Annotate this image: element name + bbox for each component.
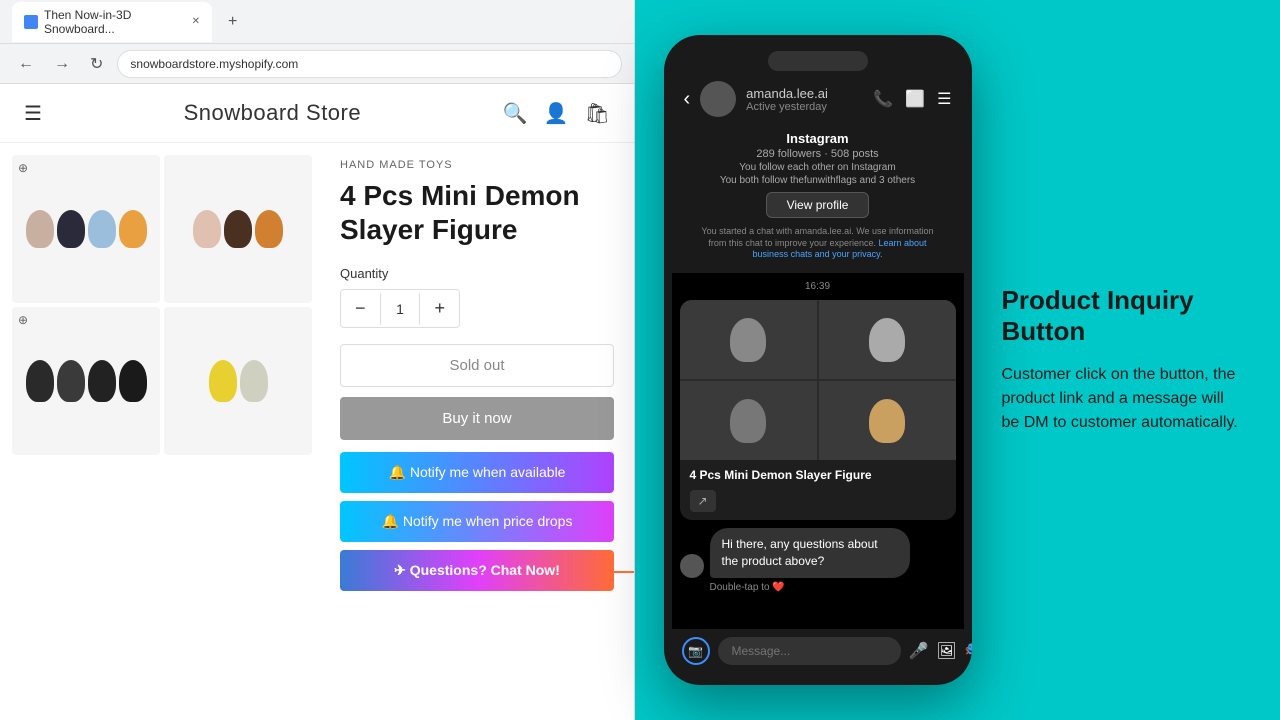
ig-disclaimer: You started a chat with amanda.lee.ai. W… [688,222,948,265]
sticker-icon[interactable]: 🎭 [965,641,972,661]
bubble-img-1 [680,300,817,379]
link-box[interactable]: ↗ [690,490,716,512]
dm-sender-avatar [680,554,704,578]
phone-contact-info: amanda.lee.ai Active yesterday [746,86,863,113]
product-name: 4 Pcs Mini Demon Slayer Figure [340,179,614,246]
description-section: Product Inquiry Button Customer click on… [992,275,1252,445]
account-icon[interactable]: 👤 [544,101,569,126]
chat-now-button[interactable]: ✈ Questions? Chat Now! [340,550,614,591]
phone-header-icons: 📞 ⬜ ☰ [873,89,951,109]
search-icon[interactable]: 🔍 [503,101,528,126]
product-details: HAND MADE TOYS 4 Pcs Mini Demon Slayer F… [320,143,634,607]
hamburger-icon[interactable]: ☰ [24,101,42,126]
phone-call-icon[interactable]: 📞 [873,89,893,109]
phone-video-icon[interactable]: ⬜ [905,89,925,109]
product-bubble-images [680,300,956,460]
camera-icon: 📷 [688,644,703,658]
dm-reaction: Double-tap to ❤️ [680,582,956,593]
mic-icon[interactable]: 🎤 [909,641,929,661]
product-images: ⊕ [0,143,320,607]
tab-title: Then Now-in-3D Snowboard... [44,8,182,36]
back-btn[interactable]: ← [12,53,40,75]
chat-input-icons: 🎤 🖼 🎭 [909,641,972,661]
quantity-decrease-btn[interactable]: − [341,290,380,327]
phone-back-btn[interactable]: ‹ [684,88,691,111]
browser-tab[interactable]: Then Now-in-3D Snowboard... ✕ [12,2,212,42]
notify-available-button[interactable]: 🔔 Notify me when available [340,452,614,493]
phone-header: ‹ amanda.lee.ai Active yesterday 📞 ⬜ ☰ [672,75,964,123]
quantity-value: 1 [380,293,421,325]
browser-nav: ← → ↻ [0,44,634,84]
ig-follow-status: You follow each other on Instagram [688,162,948,173]
bubble-img-2 [819,300,956,379]
tab-favicon [24,15,38,29]
ig-platform-name: Instagram [688,131,948,146]
phone-dynamic-island [768,51,868,71]
right-section: ‹ amanda.lee.ai Active yesterday 📞 ⬜ ☰ I… [635,0,1280,720]
gallery-icon[interactable]: 🖼 [936,641,956,661]
quantity-label: Quantity [340,266,614,281]
promo-body: Customer click on the button, the produc… [1002,363,1242,435]
zoom-icon-1: ⊕ [18,161,28,175]
link-icon: ↗ [698,494,708,508]
notify-price-button[interactable]: 🔔 Notify me when price drops [340,501,614,542]
phone-status-text: Active yesterday [746,101,863,113]
store-header: ☰ Snowboard Store 🔍 👤 🛍 [0,84,634,143]
phone-menu-icon[interactable]: ☰ [937,89,951,109]
product-layout: ⊕ [0,143,634,607]
product-image-4[interactable] [164,307,312,455]
buy-now-button[interactable]: Buy it now [340,397,614,440]
quantity-increase-btn[interactable]: + [420,290,459,327]
store-content: ☰ Snowboard Store 🔍 👤 🛍 ⊕ [0,84,634,720]
product-message-bubble: 4 Pcs Mini Demon Slayer Figure ↗ [680,300,956,520]
product-image-1[interactable]: ⊕ [12,155,160,303]
bubble-product-link[interactable]: ↗ [680,486,956,520]
quantity-control: − 1 + [340,289,460,328]
bubble-img-4 [819,381,956,460]
view-profile-btn[interactable]: View profile [766,192,870,218]
ig-stats: 289 followers · 508 posts [688,148,948,160]
new-tab-btn[interactable]: + [220,11,245,33]
browser-section: Then Now-in-3D Snowboard... ✕ + ← → ↻ ☰ … [0,0,635,720]
cart-icon[interactable]: 🛍 [585,101,610,126]
camera-btn[interactable]: 📷 [682,637,710,665]
sold-out-label: Sold out [340,344,614,387]
store-name: Snowboard Store [184,100,362,126]
product-category: HAND MADE TOYS [340,159,614,171]
tab-close-btn[interactable]: ✕ [192,16,200,27]
store-header-icons: 🔍 👤 🛍 [503,101,610,126]
product-image-2[interactable] [164,155,312,303]
bubble-img-3 [680,381,817,460]
promo-title: Product Inquiry Button [1002,285,1242,347]
ig-mutual: You both follow thefunwithflags and 3 ot… [688,175,948,186]
message-input[interactable] [718,637,901,665]
dm-message-text: Hi there, any questions about the produc… [710,528,910,578]
phone-status-bar [672,47,964,75]
zoom-icon-3: ⊕ [18,313,28,327]
connector-line [614,571,634,573]
phone-avatar [700,81,736,117]
chat-area[interactable]: 16:39 4 Pcs Mini De [672,273,964,629]
dm-message-bubble: Hi there, any questions about the produc… [680,528,956,578]
refresh-btn[interactable]: ↻ [84,52,109,76]
address-bar[interactable] [117,50,622,78]
chat-input-bar: 📷 🎤 🖼 🎭 [672,629,964,673]
forward-btn[interactable]: → [48,53,76,75]
phone-mockup: ‹ amanda.lee.ai Active yesterday 📞 ⬜ ☰ I… [664,35,972,685]
ig-info: Instagram 289 followers · 508 posts You … [672,123,964,273]
chat-time: 16:39 [680,281,956,292]
browser-chrome: Then Now-in-3D Snowboard... ✕ + [0,0,634,44]
phone-contact-name: amanda.lee.ai [746,86,863,101]
product-image-3[interactable]: ⊕ [12,307,160,455]
bubble-product-title: 4 Pcs Mini Demon Slayer Figure [680,460,956,486]
